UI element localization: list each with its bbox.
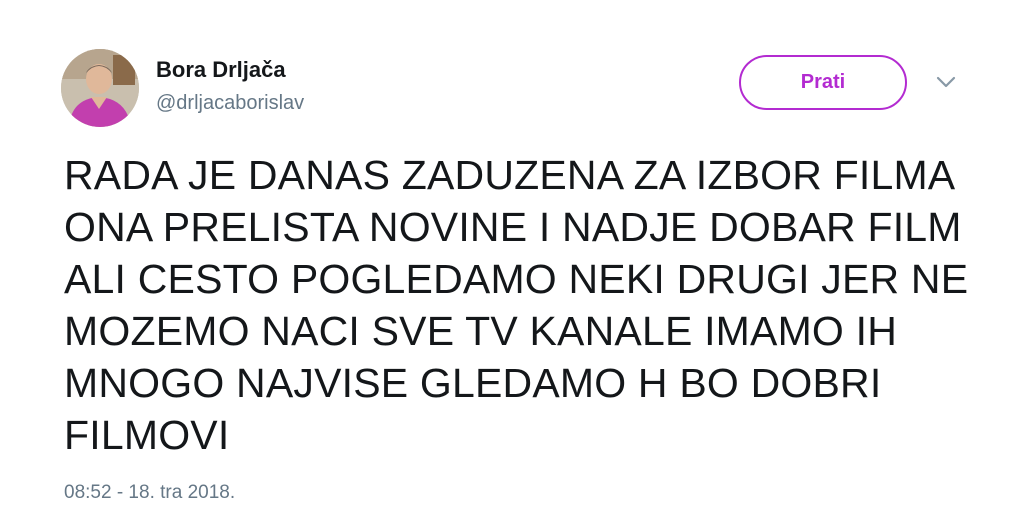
tweet-text: RADA JE DANAS ZADUZENA ZA IZBOR FILMA ON…	[64, 152, 969, 458]
tweet-card: Bora Drljača @drljacaborislav Prati RADA…	[0, 0, 1024, 524]
chevron-down-icon	[936, 76, 956, 88]
avatar[interactable]	[61, 49, 139, 127]
display-name[interactable]: Bora Drljača	[156, 57, 286, 83]
more-options-button[interactable]	[934, 72, 958, 92]
user-handle[interactable]: @drljacaborislav	[156, 92, 304, 115]
tweet-timestamp[interactable]: 08:52 - 18. tra 2018.	[64, 482, 235, 504]
follow-button[interactable]: Prati	[739, 55, 907, 110]
avatar-photo-icon	[61, 49, 139, 127]
